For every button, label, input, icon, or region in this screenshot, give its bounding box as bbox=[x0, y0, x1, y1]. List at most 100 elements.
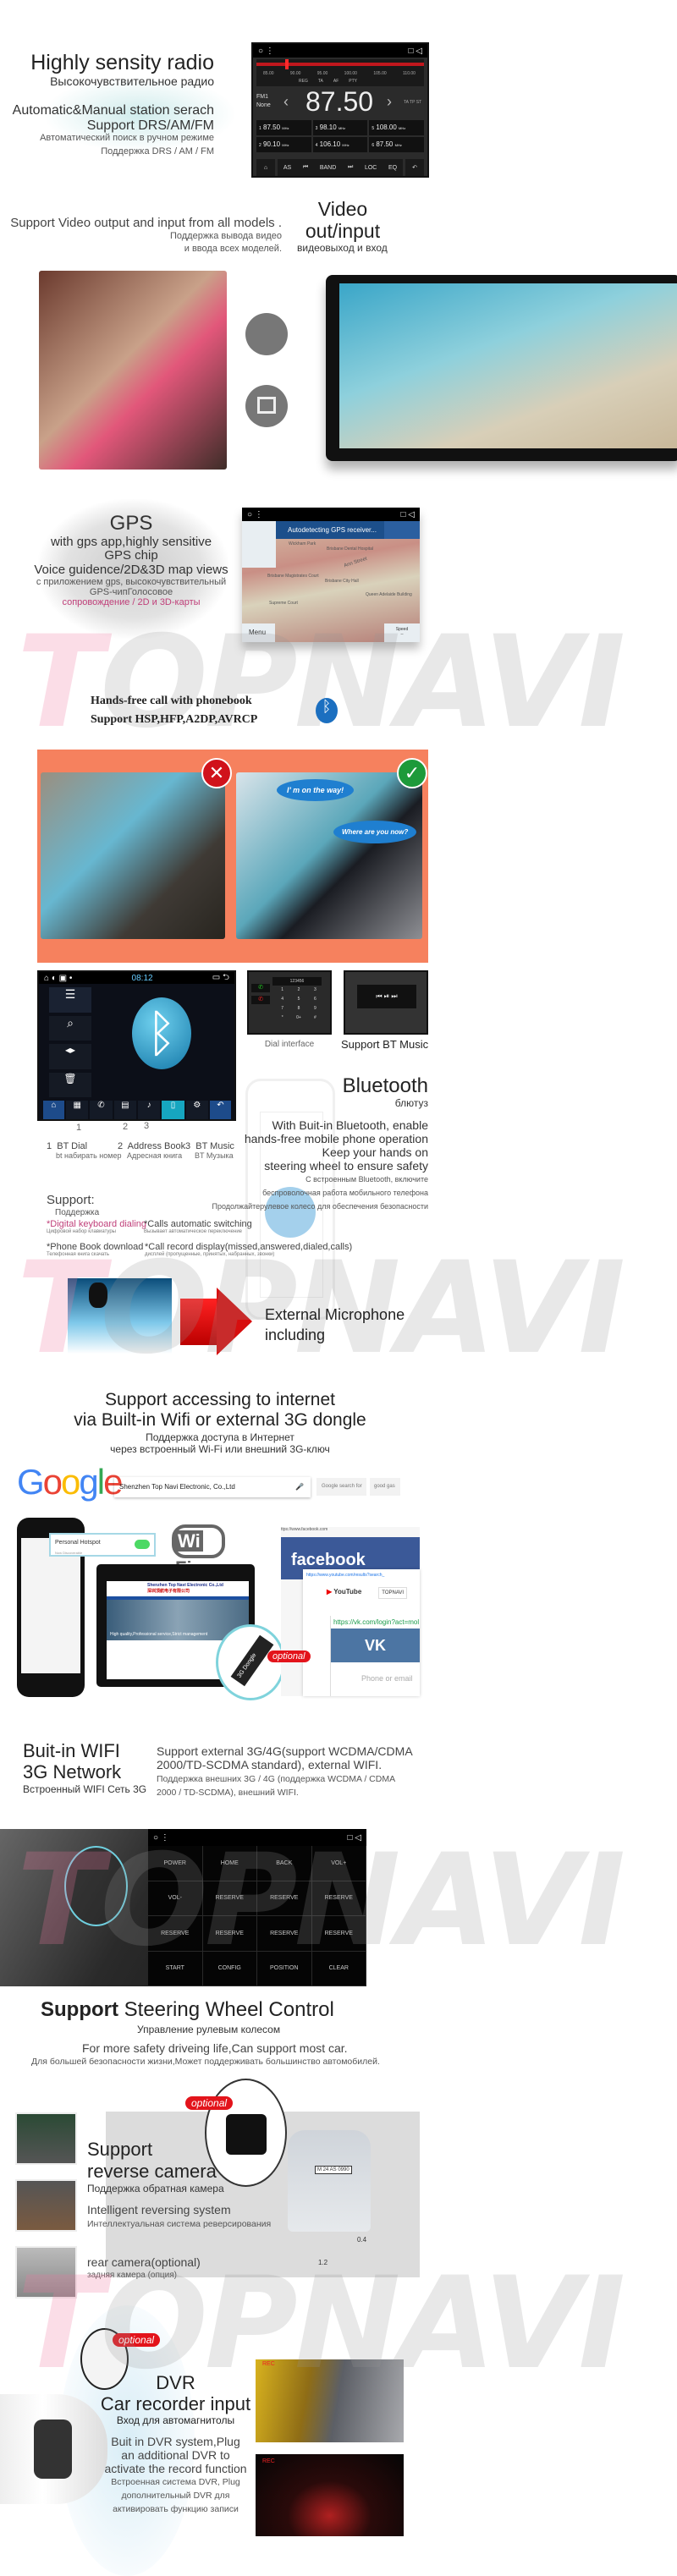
dvr-day-footage: REC bbox=[256, 2359, 404, 2442]
swc-key[interactable]: CONFIG bbox=[202, 1951, 257, 1986]
feature-item: *Calls automatic switching Вызывает автом… bbox=[144, 1219, 252, 1234]
preset-button[interactable]: 4 106.10 MHz bbox=[312, 137, 368, 152]
gps-screen: ○ ⋮ □ ◁ Autodetecting GPS receiver... Ann… bbox=[242, 508, 420, 642]
home-button[interactable]: ⌂ bbox=[256, 159, 275, 176]
optional-badge: optional bbox=[113, 2333, 161, 2347]
next-station-button[interactable]: › bbox=[387, 93, 392, 111]
support-heading: Support: bbox=[47, 1193, 95, 1207]
radio-title: Highly sensity radio bbox=[30, 51, 214, 74]
tuning-needle[interactable] bbox=[285, 59, 289, 69]
nav-icons[interactable]: □ ◁ bbox=[408, 47, 422, 56]
tuning-scale[interactable]: 85.00 90.00 95.00 100.00 105.00 110.00 REG TA A… bbox=[256, 59, 424, 86]
google-search-button[interactable]: Google search for bbox=[316, 1478, 366, 1496]
radio-options[interactable]: REG TA AF PTY bbox=[299, 79, 357, 84]
gps-signal-icon[interactable] bbox=[384, 521, 420, 539]
prev-station-button[interactable]: ‹ bbox=[283, 93, 289, 111]
microphone-photo bbox=[68, 1278, 172, 1367]
swc-key[interactable]: VOL+ bbox=[311, 1846, 366, 1881]
reverse-feature: Intelligent reversing system bbox=[87, 2203, 231, 2216]
map-label: Wickham Park bbox=[289, 541, 316, 547]
as-button[interactable]: AS bbox=[283, 165, 291, 171]
back-button[interactable]: ↶ bbox=[405, 159, 424, 176]
swap-icon[interactable]: ◂▸ bbox=[49, 1044, 91, 1069]
video-title-ru: видеовыход и вход bbox=[297, 242, 388, 254]
preset-button[interactable]: 2 90.10 MHz bbox=[256, 137, 311, 152]
speech-bubble: I’ m on the way! bbox=[277, 779, 355, 801]
reverse-feature-ru: задняя камера (опция) bbox=[87, 2271, 177, 2280]
swc-key[interactable]: POSITION bbox=[257, 1951, 312, 1986]
bluetooth-icon: ᛒ bbox=[316, 698, 338, 723]
reverse-title: Support reverse camera bbox=[87, 2139, 217, 2182]
distance-label: 1.2 bbox=[318, 2259, 328, 2266]
map-label: Brisbane Dental Hospital bbox=[327, 547, 374, 552]
callout-number: 1 bbox=[76, 1123, 82, 1133]
eq-button[interactable]: EQ bbox=[388, 165, 397, 171]
feature-item: *Call record display(missed,answered,dia… bbox=[145, 1242, 353, 1257]
menu-button[interactable]: Menu bbox=[242, 623, 275, 642]
swc-key[interactable]: BACK bbox=[257, 1846, 312, 1881]
search-icon[interactable]: ⌕ bbox=[49, 1015, 91, 1041]
swc-key[interactable]: VOL- bbox=[148, 1881, 203, 1916]
list-icon[interactable]: ☰ bbox=[49, 987, 91, 1013]
wifi-logo: Wi Fi bbox=[172, 1524, 225, 1579]
google-logo: Google bbox=[17, 1462, 123, 1502]
video-title: Video out/input bbox=[305, 198, 381, 242]
bluetooth-title: Bluetooth bbox=[342, 1074, 428, 1097]
dvr-text: DVR Car recorder input Вход для автомагн… bbox=[100, 2372, 251, 2514]
settings-icon[interactable]: ⚙ bbox=[185, 1101, 208, 1119]
preset-button[interactable]: 3 98.10 MHz bbox=[312, 120, 368, 135]
mic-icon[interactable]: 🎤 bbox=[295, 1483, 304, 1491]
swc-key-grid: POWER HOME BACK VOL+ VOL- RESERVE RESERVE RESER… bbox=[148, 1846, 366, 1986]
bt-music-tab[interactable]: ♪ bbox=[137, 1101, 161, 1119]
vk-phone-field[interactable]: Phone or email bbox=[331, 1662, 420, 1683]
dial-number: 123456 bbox=[272, 977, 322, 986]
band-button[interactable]: BAND bbox=[320, 165, 336, 171]
music-controls[interactable]: ⏮ ⏯ ⏭ bbox=[357, 985, 416, 1008]
map-label: Brisbane City Hall bbox=[325, 579, 359, 584]
phone-driving-photo bbox=[41, 772, 225, 939]
home-button[interactable]: ⌂ bbox=[43, 1101, 64, 1119]
dialpad-tab[interactable]: ▦ bbox=[66, 1101, 89, 1119]
status-bar: ○ ⋮ □ ◁ bbox=[253, 44, 427, 58]
next-icon[interactable]: ⏭ bbox=[348, 164, 353, 171]
bt-toolbar: ⌂ ▦ ✆ ▤ ♪ ▯ ⚙ ↶ bbox=[43, 1101, 231, 1119]
swc-key[interactable]: RESERVE bbox=[148, 1916, 203, 1952]
swc-key[interactable]: HOME bbox=[202, 1846, 257, 1881]
swc-title-ru: Управление рулевым колесом bbox=[137, 2024, 281, 2035]
swc-key[interactable]: RESERVE bbox=[257, 1916, 312, 1952]
gps-text: GPS with gps app,highly sensitive GPS ch… bbox=[34, 512, 228, 607]
hangup-icon[interactable]: ✆ bbox=[251, 996, 270, 1004]
preset-button[interactable]: 5 108.00 MHz bbox=[369, 120, 424, 135]
swc-key[interactable]: START bbox=[148, 1951, 203, 1986]
bt-feature-label: 1 BT Dial bt набирать номер bbox=[47, 1141, 122, 1160]
home-circle-icon[interactable]: ○ ⋮ bbox=[258, 47, 274, 56]
swc-key[interactable]: RESERVE bbox=[202, 1881, 257, 1916]
swc-title: Support Steering Wheel Control bbox=[41, 1998, 334, 2021]
swc-key[interactable]: RESERVE bbox=[202, 1916, 257, 1952]
support-heading-ru: Поддержка bbox=[55, 1208, 100, 1217]
delete-icon[interactable]: 🗑 bbox=[49, 1072, 91, 1097]
preset-button[interactable]: 6 87.50 MHz bbox=[369, 137, 424, 152]
suggestion-button[interactable]: good gas bbox=[370, 1478, 400, 1496]
prev-icon[interactable]: ⏮ bbox=[303, 164, 308, 171]
phone-link-tab[interactable]: ▯ bbox=[162, 1101, 184, 1119]
back-button[interactable]: ↶ bbox=[209, 1101, 231, 1119]
google-search-input[interactable]: Shenzhen Top Navi Electronic, Co.,Ltd 🎤 bbox=[114, 1477, 311, 1497]
swc-key[interactable]: RESERVE bbox=[311, 1881, 366, 1916]
reverse-feature-ru: Интеллектуальная система реверсирования bbox=[87, 2219, 272, 2229]
call-icon[interactable]: ✆ bbox=[251, 984, 270, 992]
satellite-icon[interactable] bbox=[242, 521, 276, 568]
radio-line-ru: Поддержка DRS / AM / FM bbox=[101, 146, 214, 157]
headrest-video-photo bbox=[39, 271, 227, 470]
swc-key[interactable]: POWER bbox=[148, 1846, 203, 1881]
map-label: Ann Street bbox=[343, 556, 368, 569]
calls-tab[interactable]: ✆ bbox=[90, 1101, 113, 1119]
swc-key[interactable]: CLEAR bbox=[311, 1951, 366, 1986]
personal-hotspot-toggle[interactable]: Personal Hotspot Now Discoverable bbox=[49, 1533, 156, 1557]
preset-button[interactable]: 1 87.50 MHz bbox=[256, 120, 311, 135]
swc-key[interactable]: RESERVE bbox=[257, 1881, 312, 1916]
swc-key[interactable]: RESERVE bbox=[311, 1916, 366, 1952]
radio-line: Support DRS/AM/FM bbox=[86, 118, 214, 133]
loc-button[interactable]: LOC bbox=[365, 165, 377, 171]
address-book-tab[interactable]: ▤ bbox=[113, 1101, 136, 1119]
